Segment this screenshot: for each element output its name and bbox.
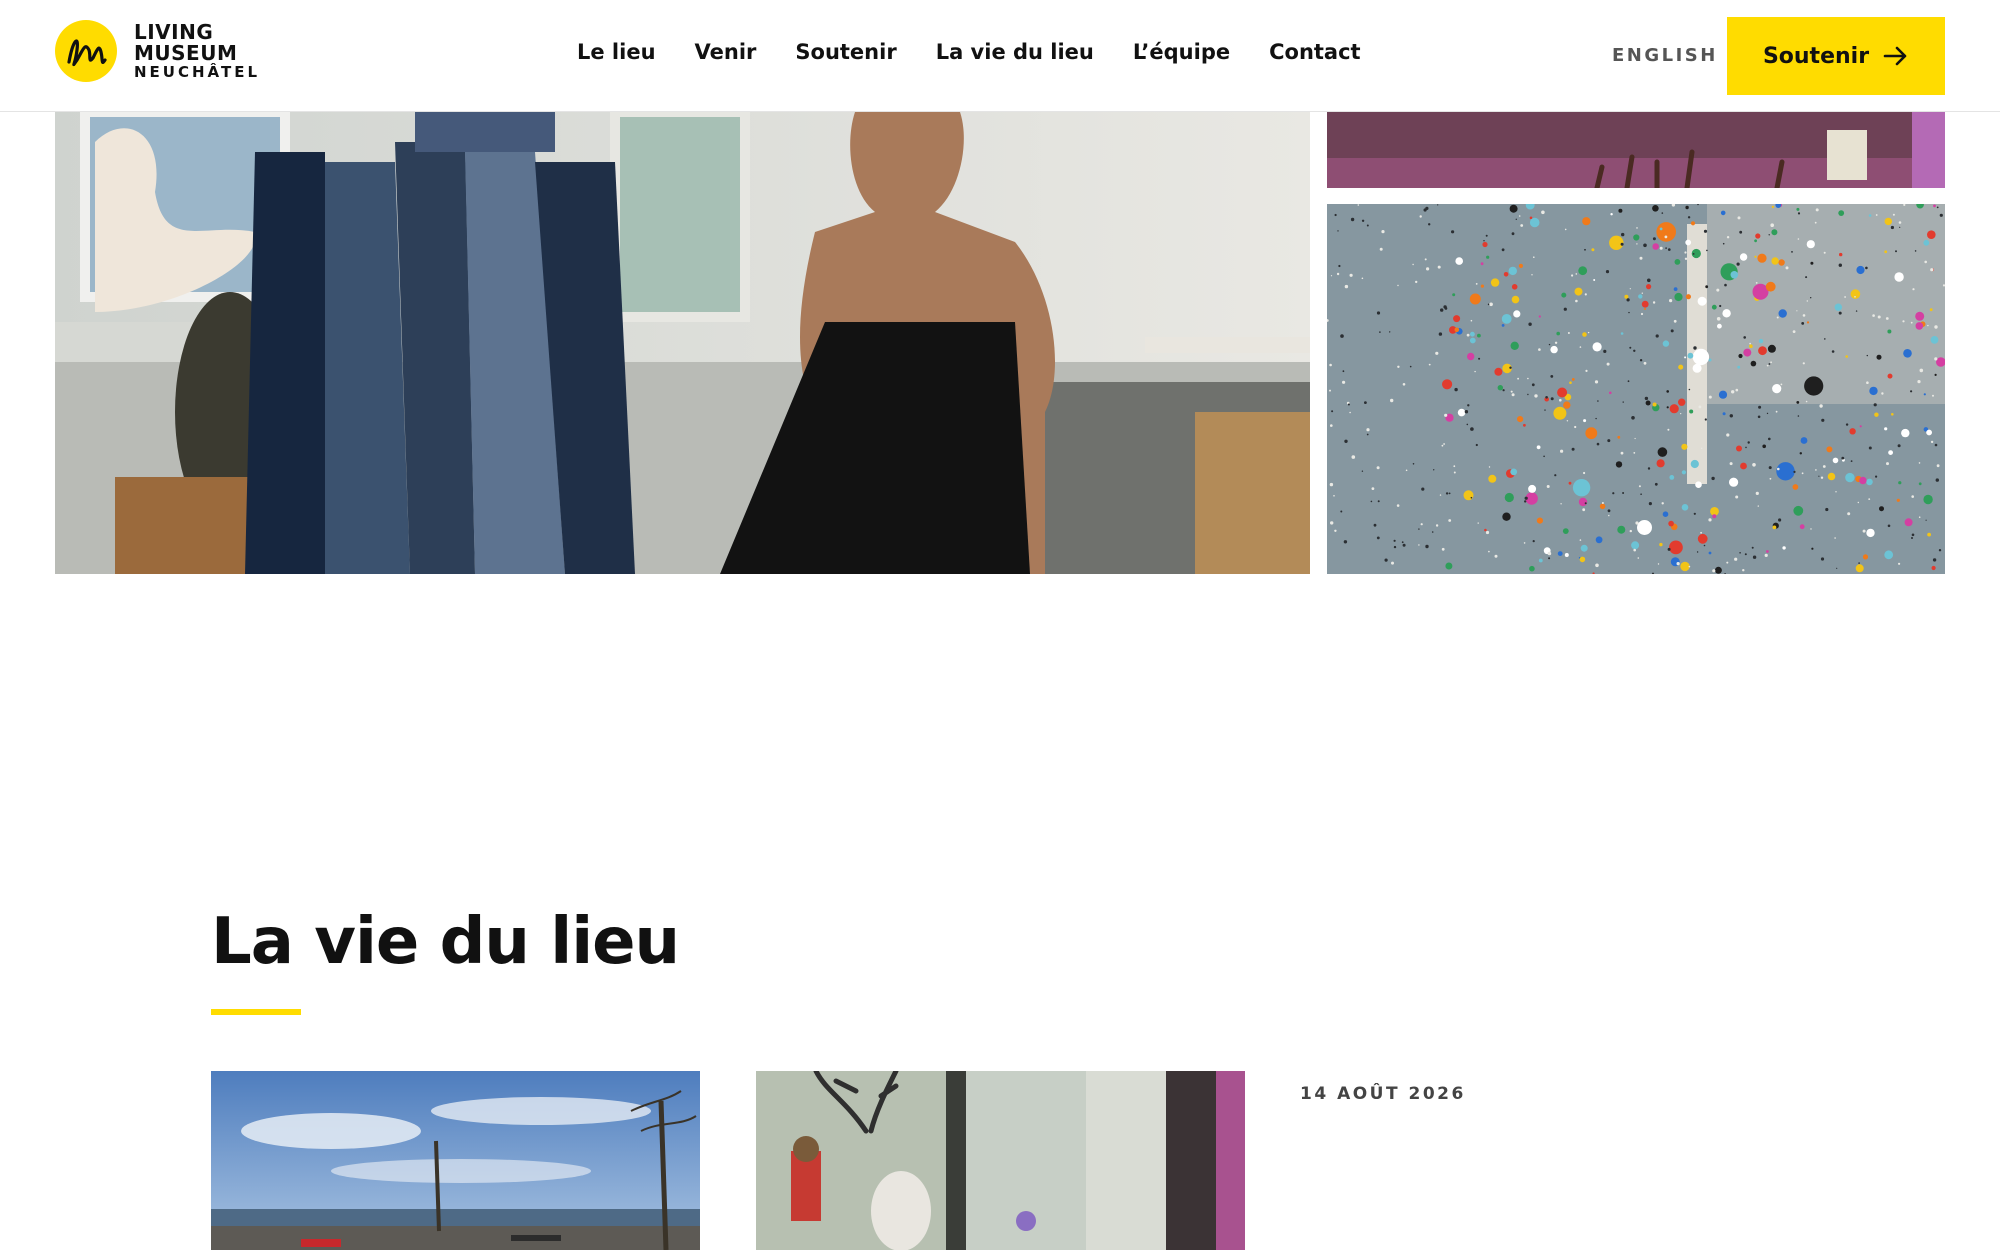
section-title-underline bbox=[211, 1009, 301, 1015]
site-logo[interactable]: LIVING MUSEUM NEUCHÂTEL bbox=[55, 18, 260, 84]
deer-sculpture-window-photo[interactable] bbox=[756, 1071, 1245, 1250]
soutenir-cta-button[interactable]: Soutenir bbox=[1727, 17, 1945, 95]
logo-line-2: MUSEUM bbox=[134, 41, 238, 65]
logo-wordmark: LIVING MUSEUM NEUCHÂTEL bbox=[134, 20, 261, 81]
cta-label: Soutenir bbox=[1762, 43, 1870, 69]
logo-line-1: LIVING bbox=[134, 20, 214, 44]
section-title: La vie du lieu bbox=[211, 905, 680, 979]
nav-item-contact[interactable]: Contact bbox=[1269, 40, 1361, 64]
logo-mark-icon bbox=[55, 20, 117, 82]
nav-item-soutenir[interactable]: Soutenir bbox=[795, 40, 896, 64]
main-nav: Le lieu Venir Soutenir La vie du lieu L’… bbox=[577, 40, 1361, 64]
studio-sculpture-apron-photo bbox=[55, 112, 1310, 574]
language-switch-link[interactable]: ENGLISH bbox=[1612, 45, 1718, 66]
nav-item-venir[interactable]: Venir bbox=[695, 40, 757, 64]
nav-item-le-lieu[interactable]: Le lieu bbox=[577, 40, 656, 64]
arrow-right-icon bbox=[1883, 46, 1909, 66]
nav-item-equipe[interactable]: L’équipe bbox=[1133, 40, 1230, 64]
post-date: 14 AOÛT 2026 bbox=[1300, 1084, 1466, 1104]
site-header: LIVING MUSEUM NEUCHÂTEL Le lieu Venir So… bbox=[0, 0, 2000, 112]
lakeside-promenade-photo[interactable] bbox=[211, 1071, 700, 1250]
paint-splattered-floor-photo bbox=[1327, 204, 1945, 574]
painted-floor-brushes-photo bbox=[1327, 112, 1945, 188]
nav-item-la-vie-du-lieu[interactable]: La vie du lieu bbox=[936, 40, 1094, 64]
logo-line-3: NEUCHÂTEL bbox=[134, 63, 261, 81]
